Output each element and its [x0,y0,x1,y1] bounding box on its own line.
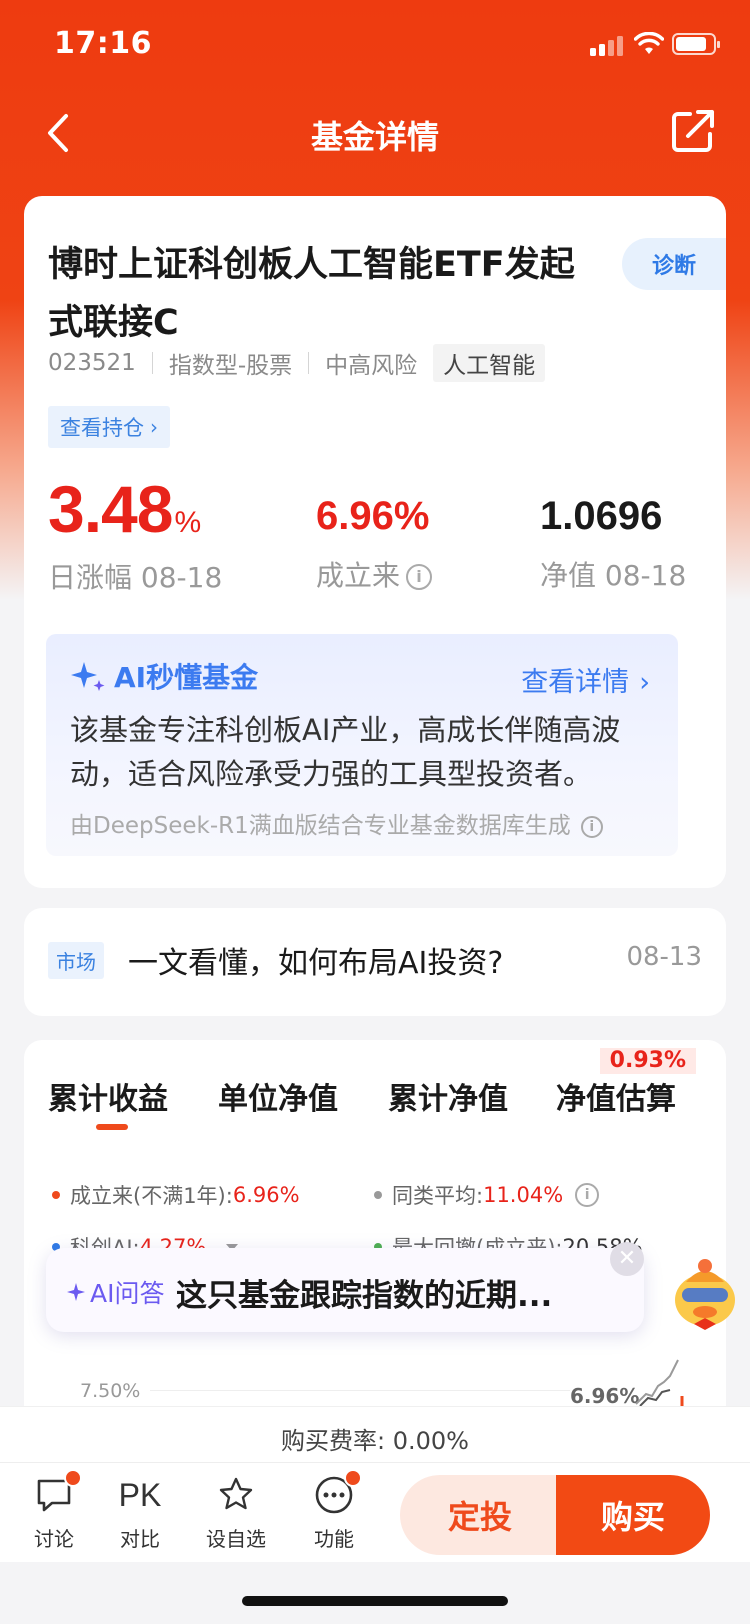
sparkle-icon [71,662,105,691]
news-card[interactable]: 市场 一文看懂，如何布局AI投资? 08-13 [24,908,726,1016]
fund-summary-card: 博时上证科创板人工智能ETF发起式联接C 诊断 023521 指数型-股票 中高… [24,196,726,888]
view-holdings-label: 查看持仓 [60,416,144,440]
share-icon[interactable] [666,104,720,158]
tab-unit-nav[interactable]: 单位净值 [218,1074,338,1118]
divider [308,352,310,374]
add-watchlist-button[interactable]: 设自选 [196,1475,276,1552]
battery-icon [672,33,720,55]
more-icon [314,1469,362,1515]
active-tab-indicator [96,1124,128,1130]
chart-tabs: 累计收益 单位净值 累计净值 净值估算 [48,1074,708,1134]
notification-dot [64,1469,82,1487]
info-icon[interactable]: i [575,1183,600,1207]
close-icon[interactable]: ✕ [610,1242,644,1276]
nav-stat: 1.0696 净值 08-18 [540,496,686,594]
news-title: 一文看懂，如何布局AI投资? [128,946,504,981]
estimate-badge: 0.93% [599,1048,696,1074]
ai-view-details-link[interactable]: 查看详情 › [521,660,650,699]
chevron-right-icon: › [639,667,650,698]
wifi-icon [634,32,664,54]
sip-button[interactable]: 定投 [400,1475,560,1555]
since-inception-label[interactable]: 成立来 i [316,554,433,594]
news-tag: 市场 [48,942,104,979]
divider [151,352,153,374]
fee-bar: 购买费率: 0.00% [0,1406,750,1462]
legend-since-inception: 成立来(不满1年): 6.96% [52,1180,300,1210]
fund-meta: 023521 指数型-股票 中高风险 人工智能 [48,344,546,382]
return-line-chart [635,1359,684,1406]
buy-button[interactable]: 购买 [556,1475,710,1555]
status-bar: 17:16 [0,0,750,90]
tab-nav-estimate[interactable]: 净值估算 [556,1074,676,1118]
page-title: 基金详情 [310,118,439,156]
nav-bar: 基金详情 [0,90,750,176]
daily-change-label: 日涨幅 08-18 [48,561,223,594]
fund-type: 指数型-股票 [168,353,293,379]
grid-line [150,1390,570,1391]
discuss-button[interactable]: 讨论 [14,1469,94,1552]
home-area [0,1562,750,1624]
sparkle-icon [67,1283,85,1301]
info-icon[interactable]: i [406,564,433,590]
fund-name: 博时上证科创板人工智能ETF发起式联接C [48,245,575,343]
nav-label: 净值 08-18 [540,559,687,592]
fund-risk: 中高风险 [325,353,418,379]
notification-dot [344,1469,362,1487]
legend-peer-average: 同类平均: 11.04% i [374,1180,600,1210]
ai-question-text: 这只基金跟踪指数的近期... [176,1278,553,1314]
fund-code: 023521 [48,350,136,376]
ai-summary-title: AI秒懂基金 [70,656,258,696]
tab-accumulated-nav[interactable]: 累计净值 [388,1074,508,1118]
ai-question-bubble[interactable]: AI问答 这只基金跟踪指数的近期... [46,1248,644,1332]
pk-icon: PK [118,1477,162,1513]
home-indicator[interactable] [242,1596,508,1606]
mascot-icon[interactable] [664,1252,746,1334]
y-axis-tick: 7.50% [80,1380,141,1402]
diagnose-button[interactable]: 诊断 [622,238,726,290]
since-inception-stat: 6.96% 成立来 i [316,494,433,594]
theme-tag[interactable]: 人工智能 [433,344,546,382]
chevron-right-icon: › [150,415,158,439]
ai-qa-label: AI问答 [66,1274,164,1310]
view-holdings-button[interactable]: 查看持仓 › [48,406,170,448]
info-icon[interactable]: i [580,815,603,838]
star-icon [216,1475,256,1515]
ai-summary-text: 该基金专注科创板AI产业，高成长伴随高波动，适合风险承受力强的工具型投资者。 [70,713,621,791]
compare-button[interactable]: PK 对比 [100,1475,180,1552]
daily-change-value: 3.48% [48,472,201,546]
since-inception-value: 6.96% [316,494,430,538]
cellular-signal-icon [590,34,626,56]
ai-source-note: 由DeepSeek-R1满血版结合专业基金数据库生成 i [70,806,603,840]
daily-change-stat: 3.48% 日涨幅 08-18 [48,476,222,596]
legend-dot [374,1191,382,1199]
news-date: 08-13 [626,942,702,972]
purchase-fee-text: 购买费率: 0.00% [281,1427,469,1455]
more-functions-button[interactable]: 功能 [294,1469,374,1552]
chat-icon [34,1469,82,1515]
bottom-action-bar: 讨论 PK 对比 设自选 功能 定投 购买 [0,1462,750,1562]
status-time: 17:16 [54,26,152,61]
tab-cumulative-return[interactable]: 累计收益 [48,1074,168,1118]
legend-dot [52,1191,60,1199]
ai-summary-box[interactable]: AI秒懂基金 查看详情 › 该基金专注科创板AI产业，高成长伴随高波动，适合风险承… [46,634,678,856]
nav-value: 1.0696 [540,494,663,538]
